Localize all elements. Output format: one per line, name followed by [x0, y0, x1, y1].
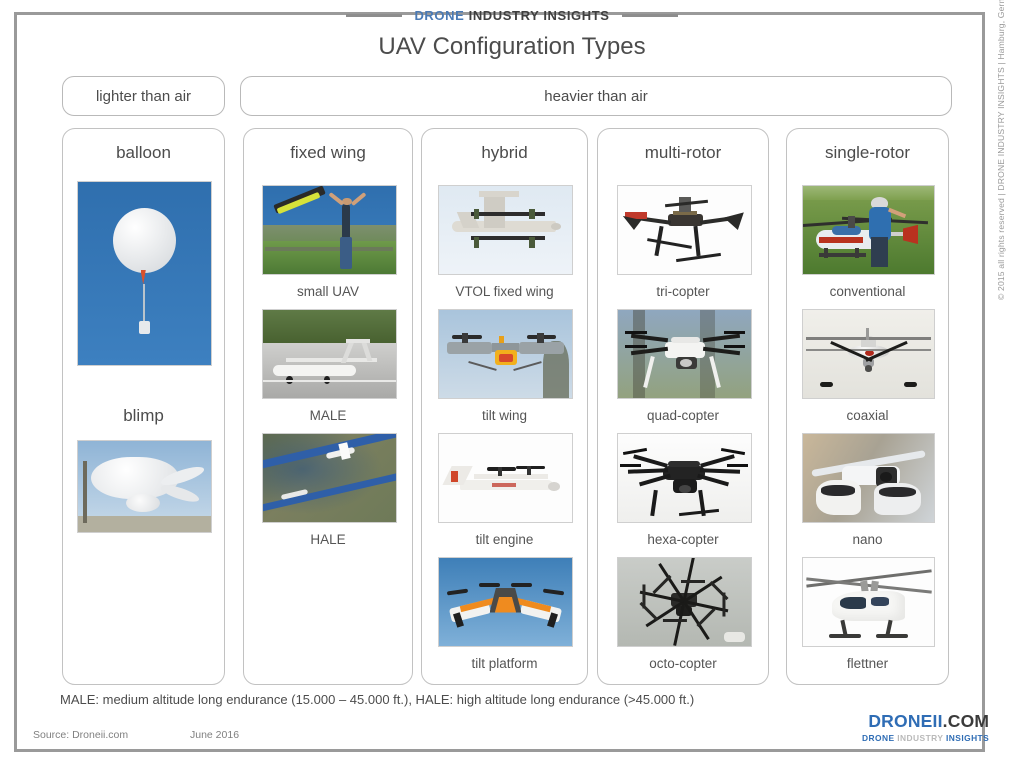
caption-octo-copter: octo-copter	[649, 656, 717, 671]
header-rule-right	[621, 13, 678, 17]
photo-tilt-platform	[438, 557, 573, 647]
column-title-single-rotor: single-rotor	[824, 143, 911, 162]
column-multi-rotor: multi-rotor tri-copter quad-copter hexa-cop…	[597, 128, 769, 685]
header-rule-left	[346, 13, 403, 17]
photo-quad-copter	[616, 309, 752, 399]
logo-tagline-part2: INDUSTRY	[897, 732, 944, 743]
photo-octo-copter	[616, 557, 752, 647]
header-brand-rest: INDUSTRY INSIGHTS	[464, 7, 610, 23]
category-lighter-than-air: lighter than air	[62, 76, 225, 116]
photo-flettner	[802, 557, 935, 647]
caption-flettner: flettner	[846, 656, 889, 671]
caption-tilt-engine: tilt engine	[475, 532, 534, 547]
column-title-multi-rotor: multi-rotor	[644, 143, 722, 162]
column-single-rotor: single-rotor conventional coaxial nano flett…	[786, 128, 949, 685]
caption-tilt-platform: tilt platform	[471, 656, 538, 671]
caption-blimp: blimp	[123, 406, 164, 425]
column-hybrid: hybrid VTOL fixed wing tilt wing tilt engin…	[421, 128, 588, 685]
footnote: MALE: medium altitude long endurance (15…	[60, 692, 695, 707]
date-label: June 2016	[190, 729, 240, 741]
header-brandline: DRONE INDUSTRY INSIGHTS	[0, 0, 1024, 30]
photo-vtol-fixed-wing	[438, 185, 573, 275]
caption-coaxial: coaxial	[846, 408, 889, 423]
logo-tagline-part1: DRONE	[862, 732, 898, 743]
photo-nano	[802, 433, 935, 523]
column-fixed-wing: fixed wing small UAV MALE HALE	[243, 128, 413, 685]
category-lighter-than-air-label: lighter than air	[95, 87, 192, 105]
column-title-fixed-wing: fixed wing	[290, 143, 366, 162]
photo-blimp	[77, 440, 212, 533]
category-heavier-than-air: heavier than air	[240, 76, 952, 116]
photo-small-uav	[261, 185, 397, 275]
caption-tri-copter: tri-copter	[656, 284, 710, 299]
logo-name-blue: DRONEII	[868, 711, 943, 731]
droneii-logo: DRONEII.COM DRONE INDUSTRY INSIGHTS	[862, 711, 990, 743]
caption-nano: nano	[852, 532, 883, 547]
caption-male: MALE	[309, 408, 347, 423]
caption-tilt-wing: tilt wing	[481, 408, 527, 423]
photo-balloon	[77, 181, 212, 366]
caption-vtol-fixed-wing: VTOL fixed wing	[455, 284, 554, 299]
photo-male	[261, 309, 397, 399]
logo-name-grey: .COM	[942, 711, 990, 731]
photo-conventional	[802, 185, 935, 275]
header-brand: DRONE INDUSTRY INSIGHTS	[414, 8, 609, 23]
photo-hale	[261, 433, 397, 523]
logo-tagline-part3: INSIGHTS	[943, 732, 990, 743]
photo-tilt-wing	[438, 309, 573, 399]
logo-tagline: DRONE INDUSTRY INSIGHTS	[862, 733, 989, 743]
caption-hexa-copter: hexa-copter	[647, 532, 719, 547]
column-title-balloon: balloon	[116, 143, 171, 162]
photo-hexa-copter	[616, 433, 752, 523]
copyright-text: © 2015 all rights reserved | DRONE INDUS…	[996, 0, 1006, 300]
caption-quad-copter: quad-copter	[646, 408, 720, 423]
photo-tri-copter	[616, 185, 752, 275]
column-title-hybrid: hybrid	[481, 143, 528, 162]
caption-small-uav: small UAV	[296, 284, 359, 299]
source-label: Source: Droneii.com	[33, 729, 129, 741]
caption-hale: HALE	[310, 532, 346, 547]
caption-conventional: conventional	[829, 284, 906, 299]
column-balloon: balloon blimp	[62, 128, 225, 685]
logo-name: DRONEII.COM	[862, 711, 990, 731]
page-title: UAV Configuration Types	[378, 33, 646, 60]
photo-coaxial	[802, 309, 935, 399]
category-heavier-than-air-label: heavier than air	[544, 87, 648, 105]
vertical-copyright: © 2015 all rights reserved | DRONE INDUS…	[996, 0, 1006, 300]
header-brand-bold: DRONE	[414, 7, 465, 23]
photo-tilt-engine	[438, 433, 573, 523]
